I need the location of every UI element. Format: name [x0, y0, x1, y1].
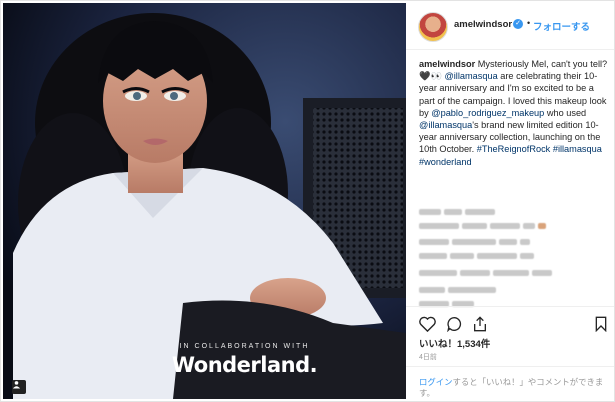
blurred-comment [419, 294, 559, 307]
action-bar [406, 306, 614, 335]
like-count[interactable]: いいね！1,534件 [419, 336, 490, 350]
portrait-illustration [3, 3, 406, 399]
wonderland-logo: Wonderland. [171, 353, 318, 377]
post-side-panel: amelwindsor ✓ • フォローする amelwindsor Myste… [406, 1, 614, 401]
caption-link[interactable]: @pablo_rodriguez_makeup [431, 108, 544, 118]
caption-link[interactable]: #TheReignofRock [477, 144, 551, 154]
user-tag-icon[interactable] [12, 380, 26, 394]
caption-link[interactable]: #wonderland [419, 157, 472, 167]
blurred-comment [419, 246, 559, 259]
heart-icon[interactable] [419, 316, 436, 337]
blurred-comment [419, 280, 559, 293]
comment-icon[interactable] [446, 316, 463, 337]
instagram-post: IN COLLABORATION WITH Wonderland. amelwi… [0, 0, 615, 402]
caption-username[interactable]: amelwindsor [419, 59, 475, 69]
caption-link[interactable]: #illamasqua [553, 144, 602, 154]
blurred-comment [419, 202, 559, 215]
photo-caption: IN COLLABORATION WITH Wonderland. [3, 343, 406, 377]
separator-dot: • [527, 18, 531, 28]
post-header: amelwindsor ✓ • フォローする [406, 1, 614, 50]
bookmark-icon[interactable] [594, 316, 608, 337]
caption-link[interactable]: @illamasqua [419, 120, 472, 130]
verified-badge-icon: ✓ [513, 19, 523, 29]
blurred-comment [419, 232, 559, 245]
post-caption: amelwindsor Mysteriously Mel, can't you … [419, 58, 609, 168]
blurred-comment [419, 263, 559, 276]
caption-text: who used [544, 107, 587, 118]
share-icon[interactable] [472, 316, 488, 337]
avatar[interactable] [418, 12, 448, 42]
post-timestamp[interactable]: 4日前 [419, 352, 437, 362]
blurred-comment [419, 216, 559, 229]
collaboration-label: IN COLLABORATION WITH [179, 343, 310, 350]
login-prompt: ログインすると「いいね！」やコメントができます。 [406, 366, 614, 402]
username-link[interactable]: amelwindsor [454, 19, 512, 30]
follow-button[interactable]: フォローする [533, 19, 590, 33]
post-photo[interactable]: IN COLLABORATION WITH Wonderland. [3, 3, 406, 399]
caption-link[interactable]: @illamasqua [444, 71, 497, 81]
login-link[interactable]: ログイン [419, 377, 453, 387]
